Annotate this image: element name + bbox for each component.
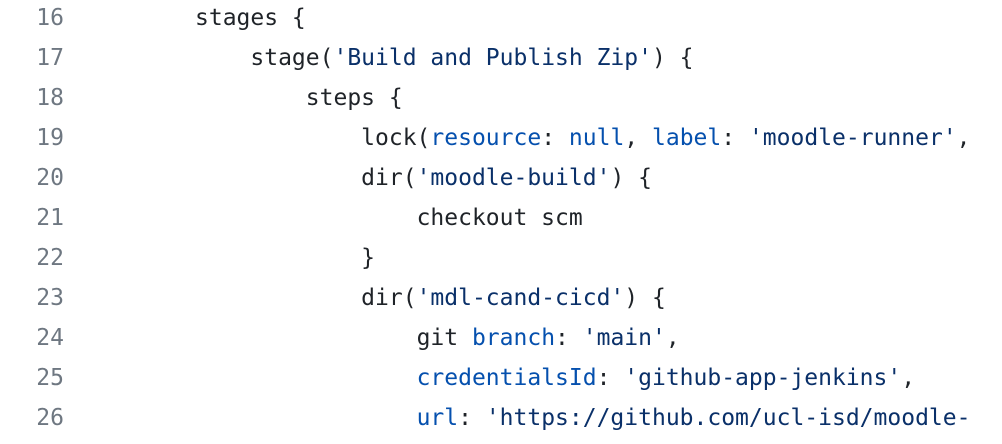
code-token: url	[416, 405, 459, 431]
code-token: }	[361, 245, 376, 271]
line-number[interactable]: 16	[0, 0, 64, 38]
code-token: 'Build and Publish Zip'	[333, 45, 652, 71]
code-token: :	[596, 365, 625, 391]
code-line: 24 git branch: 'main',	[0, 318, 1002, 358]
code-token: branch	[471, 325, 556, 351]
code-token: ) {	[651, 45, 694, 71]
code-view: 16 stages { 17 stage('Build and Publish Zi…	[0, 0, 1002, 444]
code-line: 26 url: 'https://github.com/ucl-isd/mood…	[0, 398, 1002, 438]
code-token: ,	[665, 325, 680, 351]
code-token: lock(	[361, 125, 431, 151]
code-text: lock(resource: null, label: 'moodle-runn…	[195, 118, 971, 158]
code-token: dir(	[361, 285, 417, 311]
code-token: :	[541, 125, 569, 151]
code-token: 'moodle-build'	[416, 165, 611, 191]
code-token: label	[652, 125, 722, 151]
line-number[interactable]: 21	[0, 198, 64, 238]
code-token: null	[568, 125, 625, 151]
code-text: stage('Build and Publish Zip') {	[195, 38, 694, 78]
code-token: steps {	[305, 85, 403, 111]
code-token: ,	[624, 125, 652, 151]
code-token: stage(	[250, 45, 334, 71]
code-token: 'github-app-jenkins'	[624, 365, 902, 391]
code-text: stages {	[195, 0, 306, 38]
code-line: 18 steps {	[0, 78, 1002, 118]
line-number[interactable]: 22	[0, 238, 64, 278]
code-token: resource	[430, 125, 542, 151]
code-line: 16 stages {	[0, 0, 1002, 38]
code-text: url: 'https://github.com/ucl-isd/moodle-	[195, 398, 971, 438]
code-text: }	[195, 238, 375, 278]
code-token: ,	[901, 365, 916, 391]
code-text: dir('moodle-build') {	[195, 158, 652, 198]
code-line: 20 dir('moodle-build') {	[0, 158, 1002, 198]
line-number[interactable]: 17	[0, 38, 64, 78]
code-text: credentialsId: 'github-app-jenkins',	[195, 358, 916, 398]
line-number[interactable]: 26	[0, 398, 64, 438]
code-token: :	[721, 125, 749, 151]
code-token: 'moodle-runner'	[748, 125, 957, 151]
code-token: ,	[956, 125, 971, 151]
code-text: dir('mdl-cand-cicd') {	[195, 278, 666, 318]
line-number[interactable]: 20	[0, 158, 64, 198]
code-text: git branch: 'main',	[195, 318, 680, 358]
code-token: ) {	[610, 165, 652, 191]
code-token: 'mdl-cand-cicd'	[416, 285, 625, 311]
code-text: steps {	[195, 78, 403, 118]
code-line: 21 checkout scm	[0, 198, 1002, 238]
line-number[interactable]: 25	[0, 358, 64, 398]
code-line: 25 credentialsId: 'github-app-jenkins',	[0, 358, 1002, 398]
code-token: git	[416, 325, 472, 351]
code-line: 23 dir('mdl-cand-cicd') {	[0, 278, 1002, 318]
code-token: 'main'	[582, 325, 666, 351]
line-number[interactable]: 18	[0, 78, 64, 118]
line-number[interactable]: 23	[0, 278, 64, 318]
line-number[interactable]: 24	[0, 318, 64, 358]
code-line: 17 stage('Build and Publish Zip') {	[0, 38, 1002, 78]
line-number[interactable]: 19	[0, 118, 64, 158]
code-token: 'https://github.com/ucl-isd/moodle-	[485, 405, 971, 431]
code-token: ) {	[624, 285, 666, 311]
code-token: checkout scm	[416, 205, 583, 231]
code-token: stages {	[195, 5, 306, 31]
code-text: checkout scm	[195, 198, 583, 238]
code-token: dir(	[361, 165, 417, 191]
code-line: 22 }	[0, 238, 1002, 278]
code-line: 19 lock(resource: null, label: 'moodle-r…	[0, 118, 1002, 158]
code-token: :	[555, 325, 583, 351]
code-token: credentialsId	[416, 365, 597, 391]
code-token: :	[458, 405, 486, 431]
